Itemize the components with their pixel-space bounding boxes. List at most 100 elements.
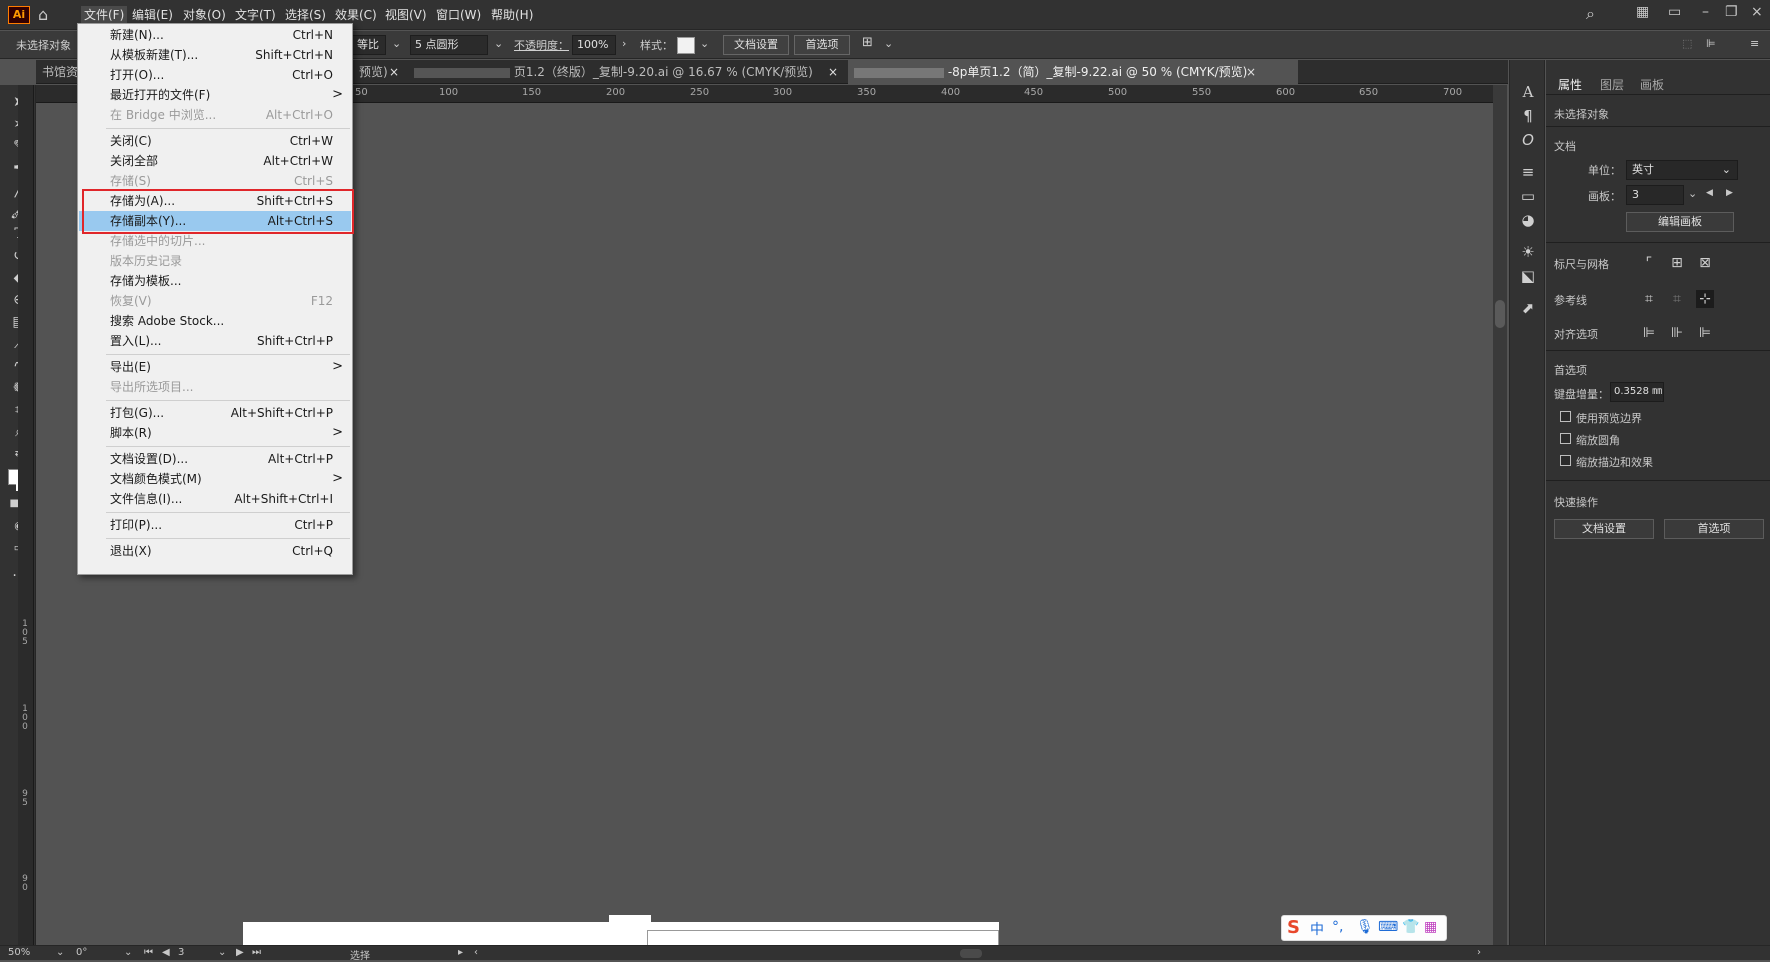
- workspace-icon[interactable]: ▦: [1636, 4, 1649, 20]
- menu-edit[interactable]: 编辑(E): [132, 6, 173, 23]
- transform-icon[interactable]: ⬚: [1682, 37, 1692, 50]
- align-icon[interactable]: ⊪: [1668, 324, 1686, 342]
- export-icon[interactable]: ⬈: [1518, 298, 1538, 318]
- next-artboard-icon[interactable]: ▶: [1726, 188, 1733, 198]
- ime-mode[interactable]: 中: [1310, 919, 1324, 939]
- scrollbar-thumb[interactable]: [1495, 300, 1505, 328]
- lock-guides-icon[interactable]: ⌗: [1668, 290, 1686, 308]
- menu-view[interactable]: 视图(V): [385, 6, 427, 23]
- next-artboard-icon[interactable]: ▶: [236, 947, 244, 958]
- menu-item-adobe-stock[interactable]: 搜索 Adobe Stock...: [79, 311, 351, 331]
- menu-item-place[interactable]: 置入(L)... Shift+Ctrl+P: [79, 331, 351, 351]
- last-artboard-icon[interactable]: ⏭: [252, 947, 261, 958]
- menu-select[interactable]: 选择(S): [285, 6, 326, 23]
- menu-item-close-all[interactable]: 关闭全部 Alt+Ctrl+W: [79, 151, 351, 171]
- chevron-down-icon[interactable]: ⌄: [1688, 187, 1697, 200]
- arrange-icon[interactable]: ▭: [1668, 4, 1681, 20]
- home-icon[interactable]: ⌂: [38, 5, 58, 25]
- tab-layers[interactable]: 图层: [1600, 76, 1624, 93]
- character-icon[interactable]: A: [1518, 82, 1538, 102]
- menu-item-exit[interactable]: 退出(X) Ctrl+Q: [79, 541, 351, 561]
- chevron-down-icon[interactable]: ⌄: [218, 947, 226, 958]
- keyboard-increment-input[interactable]: 0.3528 ㎜: [1610, 382, 1664, 402]
- chevron-down-icon[interactable]: ⌄: [124, 947, 132, 958]
- artboard-input[interactable]: 3: [1626, 185, 1684, 205]
- menu-icon[interactable]: ≡: [1750, 37, 1759, 50]
- skin-icon[interactable]: 👕: [1402, 919, 1419, 935]
- keyboard-icon[interactable]: ⌨: [1378, 919, 1398, 935]
- scale-strokes-checkbox[interactable]: [1560, 455, 1571, 466]
- vertical-scrollbar[interactable]: [1493, 85, 1507, 945]
- previous-artboard-icon[interactable]: ◀: [1706, 188, 1713, 198]
- prefs-button[interactable]: 首选项: [1664, 519, 1764, 539]
- rotation-value[interactable]: 0°: [76, 947, 87, 958]
- menu-help[interactable]: 帮助(H): [491, 6, 533, 23]
- apps-icon[interactable]: ▦: [1424, 919, 1437, 935]
- transparency-icon[interactable]: ◕: [1518, 210, 1538, 230]
- chevron-down-icon[interactable]: ⌄: [884, 37, 893, 50]
- menu-item-print[interactable]: 打印(P)... Ctrl+P: [79, 515, 351, 535]
- chevron-down-icon[interactable]: ⌄: [700, 37, 709, 50]
- units-select[interactable]: 英寸 ⌄: [1626, 160, 1738, 180]
- menu-item-save-template[interactable]: 存储为模板...: [79, 271, 351, 291]
- ime-toolbar[interactable]: S 中 °, 🎙 ⌨ 👕 ▦: [1281, 915, 1447, 941]
- menu-item-new[interactable]: 新建(N)... Ctrl+N: [79, 25, 351, 45]
- doc-setup-button[interactable]: 文档设置: [723, 35, 789, 55]
- align-icon[interactable]: ⊫: [1696, 324, 1714, 342]
- menu-type[interactable]: 文字(T): [235, 6, 276, 23]
- paragraph-icon[interactable]: ¶: [1518, 106, 1538, 126]
- tab-doc-active[interactable]: -8p单页1.2（简）_复制-9.22.ai @ 50 % (CMYK/预览): [848, 60, 1298, 84]
- artboard-number[interactable]: 3: [178, 947, 184, 958]
- punctuation-icon[interactable]: °,: [1332, 919, 1343, 935]
- preview-bounds-checkbox[interactable]: [1560, 411, 1571, 422]
- tab-close-icon[interactable]: ×: [389, 60, 399, 84]
- chevron-right-icon[interactable]: ›: [622, 37, 626, 50]
- tab-close-icon[interactable]: ×: [1246, 60, 1256, 84]
- search-icon[interactable]: ⌕: [1586, 4, 1595, 24]
- align-icon[interactable]: ⊫: [1706, 37, 1716, 50]
- microphone-icon[interactable]: 🎙: [1356, 919, 1374, 935]
- menu-effect[interactable]: 效果(C): [335, 6, 377, 23]
- menu-window[interactable]: 窗口(W): [436, 6, 481, 23]
- style-swatch[interactable]: [677, 37, 695, 54]
- opacity-label[interactable]: 不透明度：: [514, 37, 569, 53]
- scroll-right-icon[interactable]: ›: [1477, 947, 1481, 958]
- scroll-left-icon[interactable]: ‹: [474, 947, 478, 958]
- grid-icon[interactable]: ⊞: [1668, 254, 1686, 272]
- restore-icon[interactable]: ❐: [1725, 4, 1738, 20]
- tab-artboards[interactable]: 画板: [1640, 76, 1664, 93]
- transparency-grid-icon[interactable]: ⊠: [1696, 254, 1714, 272]
- smart-guides-icon[interactable]: ⊹: [1696, 290, 1714, 308]
- menu-item-open[interactable]: 打开(O)... Ctrl+O: [79, 65, 351, 85]
- transform-icon[interactable]: ⬕: [1518, 266, 1538, 286]
- appearance-icon[interactable]: ☀: [1518, 242, 1538, 262]
- zoom-level[interactable]: 50%: [8, 947, 30, 958]
- close-icon[interactable]: ×: [1751, 4, 1763, 20]
- opentype-icon[interactable]: O: [1518, 130, 1538, 150]
- opacity-input[interactable]: 100%: [572, 35, 616, 55]
- tab-doc-1[interactable]: 书馆资: [36, 60, 80, 84]
- menu-item-scripts[interactable]: 脚本(R) >: [79, 423, 351, 443]
- menu-file[interactable]: 文件(F): [81, 6, 128, 23]
- edit-artboards-button[interactable]: 编辑画板: [1626, 212, 1734, 232]
- gradient-icon[interactable]: ▭: [1518, 186, 1538, 206]
- chevron-down-icon[interactable]: ⌄: [56, 947, 64, 958]
- menu-item-package[interactable]: 打包(G)... Alt+Shift+Ctrl+P: [79, 403, 351, 423]
- brush-select[interactable]: 5 点圆形: [410, 35, 488, 55]
- tab-properties[interactable]: 属性: [1558, 76, 1582, 93]
- stroke-icon[interactable]: ≡: [1518, 162, 1538, 182]
- chevron-down-icon[interactable]: ⌄: [494, 37, 503, 50]
- tab-doc-3[interactable]: 页1.2（终版）_复制-9.20.ai @ 16.67 % (CMYK/预览): [408, 60, 858, 84]
- hscroll-thumb[interactable]: [960, 949, 982, 958]
- previous-artboard-icon[interactable]: ◀: [162, 947, 170, 958]
- scale-corners-checkbox[interactable]: [1560, 433, 1571, 444]
- first-artboard-icon[interactable]: ⏮: [144, 947, 153, 958]
- menu-item-close[interactable]: 关闭(C) Ctrl+W: [79, 131, 351, 151]
- chevron-right-icon[interactable]: ▸: [458, 947, 463, 958]
- prefs-button[interactable]: 首选项: [794, 35, 850, 55]
- menu-item-export[interactable]: 导出(E) >: [79, 357, 351, 377]
- menu-item-new-from-template[interactable]: 从模板新建(T)... Shift+Ctrl+N: [79, 45, 351, 65]
- menu-item-document-setup[interactable]: 文档设置(D)... Alt+Ctrl+P: [79, 449, 351, 469]
- menu-item-file-info[interactable]: 文件信息(I)... Alt+Shift+Ctrl+I: [79, 489, 351, 509]
- ruler-icon[interactable]: ⌜: [1640, 254, 1658, 272]
